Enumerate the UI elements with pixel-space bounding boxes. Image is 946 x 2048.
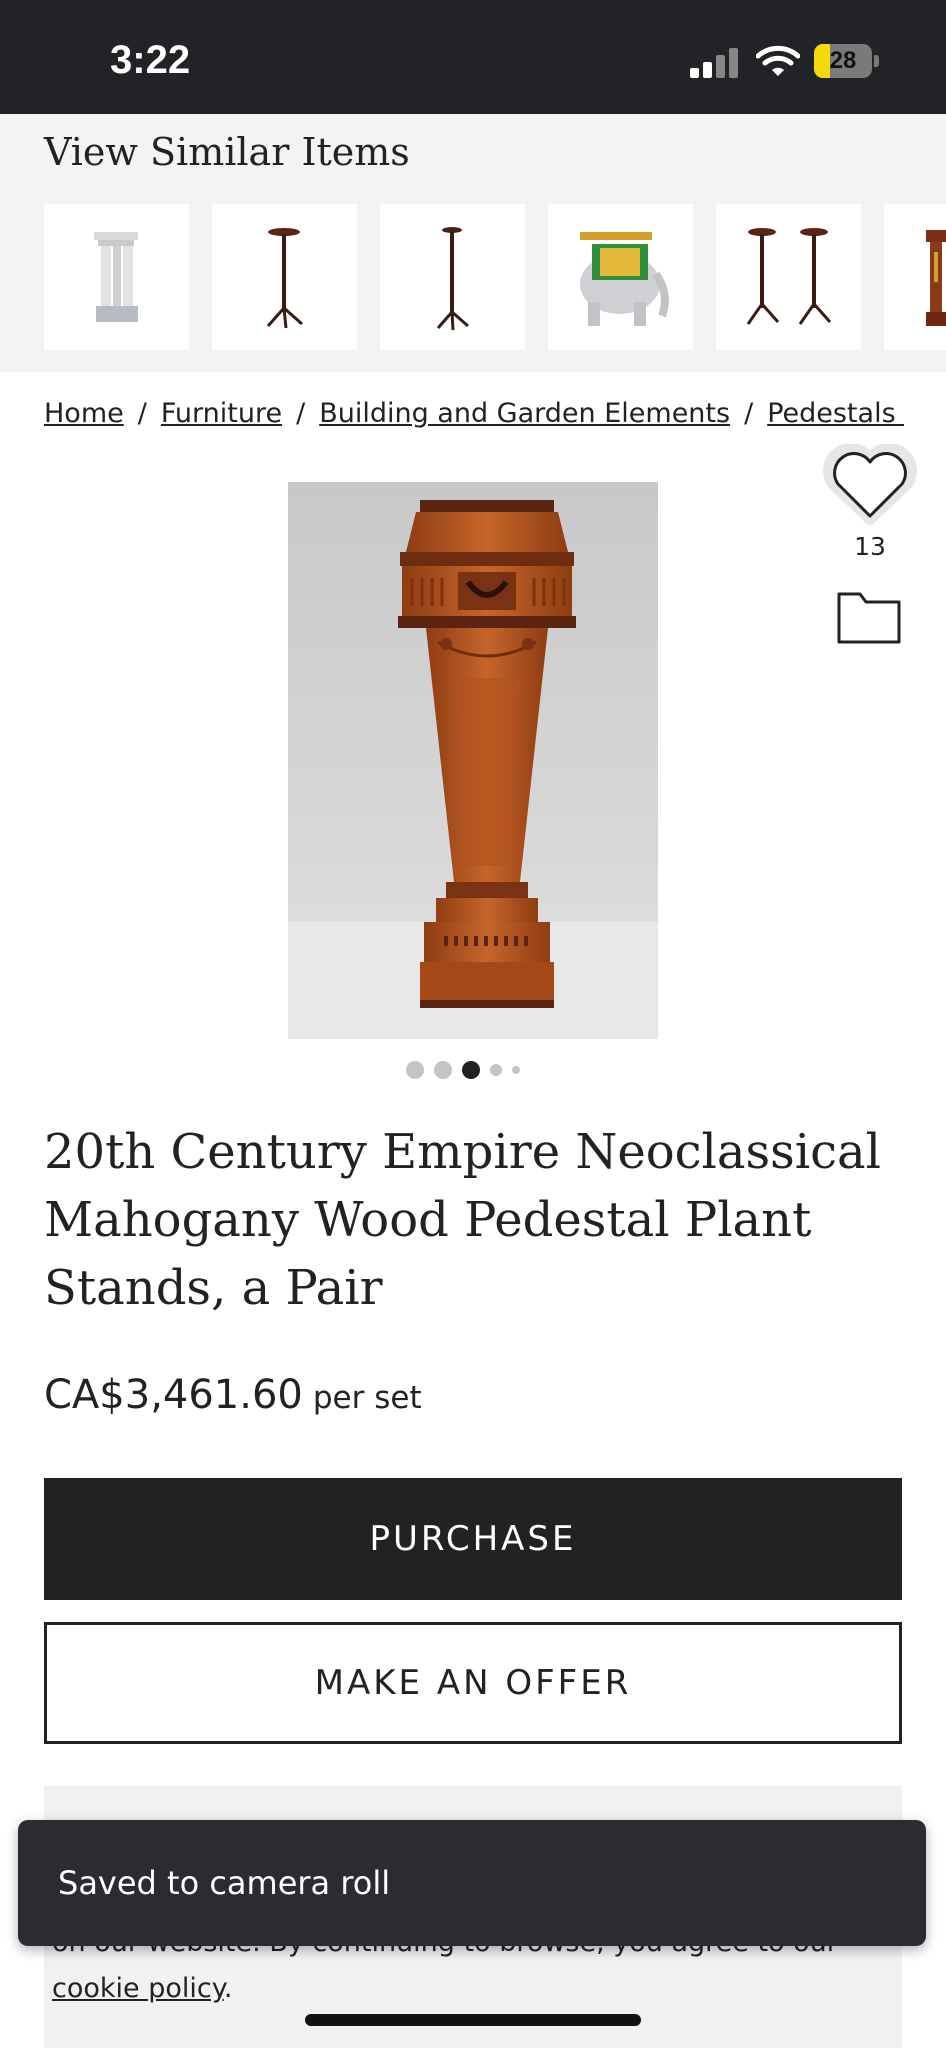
carousel-dot-active[interactable] bbox=[462, 1061, 480, 1079]
toast-message: Saved to camera roll bbox=[58, 1864, 391, 1902]
folder-icon bbox=[837, 592, 901, 644]
breadcrumb-separator: / bbox=[296, 398, 306, 429]
favorite-count: 13 bbox=[854, 532, 886, 561]
breadcrumb: Home / Furniture / Building and Garden Eleme… bbox=[44, 398, 904, 429]
similar-items-title: View Similar Items bbox=[44, 130, 410, 174]
home-indicator[interactable] bbox=[305, 2014, 641, 2026]
heart-icon bbox=[823, 442, 917, 525]
cookie-policy-link[interactable]: cookie policy bbox=[52, 1973, 224, 2004]
toast-notification: Saved to camera roll bbox=[18, 1820, 926, 1946]
breadcrumb-link-building-garden[interactable]: Building and Garden Elements bbox=[319, 398, 730, 429]
breadcrumb-separator: / bbox=[137, 398, 147, 429]
price-amount: CA$3,461.60 bbox=[44, 1372, 303, 1418]
similar-item-thumbnail[interactable] bbox=[44, 204, 189, 350]
favorite-button[interactable] bbox=[822, 442, 918, 528]
wifi-icon bbox=[755, 44, 801, 78]
similar-items-section: View Similar Items bbox=[0, 114, 946, 372]
product-image[interactable] bbox=[288, 482, 658, 1039]
battery-level: 28 bbox=[829, 47, 857, 74]
carousel-dot[interactable] bbox=[434, 1061, 452, 1079]
carousel-dot[interactable] bbox=[406, 1061, 424, 1079]
cookie-notice-suffix: . bbox=[223, 1973, 233, 2004]
similar-item-thumbnail[interactable] bbox=[380, 204, 525, 350]
price-unit: per set bbox=[312, 1380, 422, 1416]
image-carousel-dots[interactable] bbox=[406, 1060, 546, 1080]
breadcrumb-link-furniture[interactable]: Furniture bbox=[161, 398, 282, 429]
breadcrumb-link-pedestals[interactable]: Pedestals and Columns bbox=[767, 398, 904, 429]
product-title: 20th Century Empire Neoclassical Mahogan… bbox=[44, 1124, 881, 1316]
breadcrumb-separator: / bbox=[744, 398, 754, 429]
similar-items-carousel[interactable] bbox=[44, 204, 946, 350]
carousel-dot[interactable] bbox=[490, 1064, 502, 1076]
save-to-folder-button[interactable] bbox=[836, 588, 902, 646]
purchase-button[interactable]: PURCHASE bbox=[44, 1478, 902, 1600]
product-price: CA$3,461.60 per set bbox=[44, 1372, 422, 1418]
similar-item-thumbnail[interactable] bbox=[548, 204, 693, 350]
carousel-dot[interactable] bbox=[512, 1066, 520, 1074]
breadcrumb-link-home[interactable]: Home bbox=[44, 398, 124, 429]
make-offer-button[interactable]: MAKE AN OFFER bbox=[44, 1622, 902, 1744]
status-bar: 3:22 28 bbox=[0, 0, 946, 114]
battery-icon: 28 bbox=[814, 44, 880, 78]
similar-item-thumbnail[interactable] bbox=[212, 204, 357, 350]
cellular-signal-icon bbox=[690, 48, 740, 78]
similar-item-thumbnail[interactable] bbox=[716, 204, 861, 350]
similar-item-thumbnail[interactable] bbox=[884, 204, 946, 350]
status-time: 3:22 bbox=[110, 38, 191, 82]
